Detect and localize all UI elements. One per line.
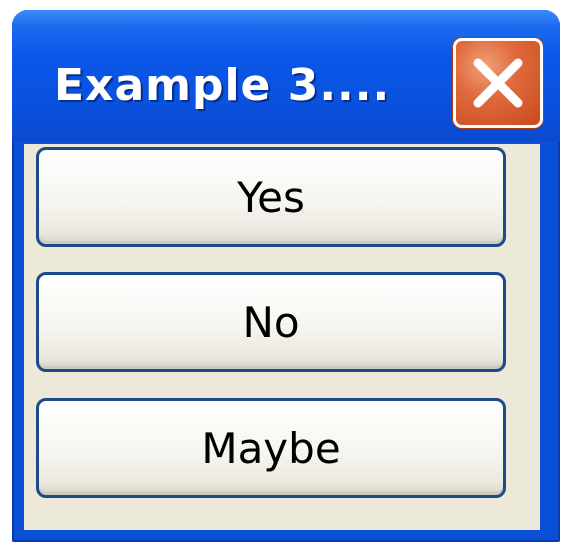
yes-button[interactable]: Yes	[36, 147, 506, 247]
close-icon	[473, 58, 523, 108]
yes-button-label: Yes	[237, 172, 305, 222]
close-button[interactable]	[453, 38, 543, 128]
maybe-button-label: Maybe	[201, 423, 341, 473]
no-button[interactable]: No	[36, 272, 506, 372]
no-button-label: No	[242, 297, 300, 347]
title-bar[interactable]: Example 3....	[12, 10, 560, 142]
window-title: Example 3....	[54, 60, 391, 111]
maybe-button[interactable]: Maybe	[36, 398, 506, 498]
